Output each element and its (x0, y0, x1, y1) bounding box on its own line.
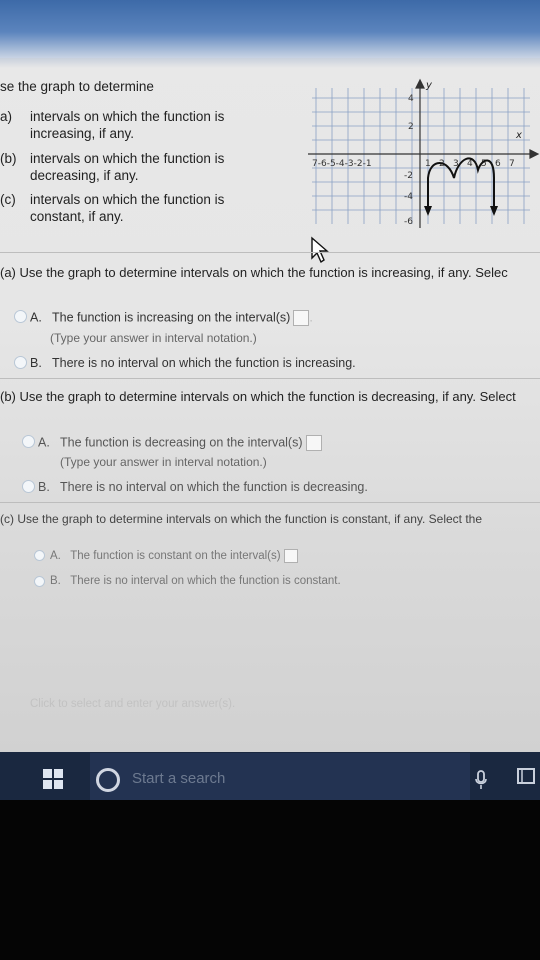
radio-c-option-a[interactable] (34, 550, 45, 561)
x-axis-label: x (515, 130, 522, 141)
question-item-a: a) intervals on which the function is in… (0, 108, 224, 141)
search-icon (96, 768, 120, 792)
radio-a-option-b[interactable] (14, 356, 27, 369)
mouse-pointer-icon (311, 236, 329, 264)
footer-hint: Click to select and enter your answer(s)… (30, 698, 236, 710)
radio-b-option-b[interactable] (22, 480, 35, 493)
graph-axes (308, 78, 540, 228)
option-text: There is no interval on which the functi… (52, 356, 356, 370)
radio-a-option-a[interactable] (14, 310, 27, 323)
x-tick: 6 (495, 159, 501, 169)
radio-c-option-b[interactable] (34, 576, 45, 587)
option-letter: A. (38, 435, 50, 450)
question-item-tag: a) (0, 109, 13, 124)
part-c-option-b[interactable]: B. There is no interval on which the fun… (50, 575, 341, 587)
option-text: The function is constant on the interval… (70, 550, 281, 563)
y-tick: -6 (404, 217, 413, 227)
y-tick: 2 (408, 122, 414, 132)
part-b-option-a[interactable]: A. The function is decreasing on the int… (38, 435, 322, 451)
answer-input-a[interactable] (293, 310, 310, 326)
option-text: There is no interval on which the functi… (70, 575, 341, 587)
option-text: The function is increasing on the interv… (52, 310, 291, 325)
part-a-option-a[interactable]: A. The function is increasing on the int… (30, 310, 313, 326)
option-letter: A. (30, 310, 42, 325)
arrow-down-icon (424, 206, 432, 216)
x-negative-ticks: 7-6-5-4-3-2-1 (312, 159, 372, 169)
part-b-option-b[interactable]: B. There is no interval on which the fun… (38, 480, 368, 494)
y-tick: 4 (408, 94, 414, 104)
function-graph: y x 7-6-5-4-3-2-1 1 2 3 4 5 6 7 4 2 -2 -… (308, 78, 540, 228)
microphone-icon[interactable] (474, 770, 488, 790)
part-a-hint: (Type your answer in interval notation.) (50, 331, 257, 345)
question-item-c: (c) intervals on which the function is c… (0, 191, 224, 224)
divider (0, 502, 540, 503)
option-letter: B. (50, 575, 61, 587)
y-axis-label: y (425, 80, 433, 91)
question-item-b: (b) intervals on which the function is d… (0, 150, 224, 183)
option-letter: A. (50, 550, 61, 563)
question-item-text: intervals on which the function is const… (30, 192, 225, 224)
option-letter: B. (30, 356, 42, 370)
arrow-down-icon (490, 206, 498, 216)
question-item-text: intervals on which the function is decre… (30, 151, 225, 183)
taskbar-search-placeholder: Start a search (132, 770, 226, 787)
x-tick: 4 (467, 159, 473, 169)
part-c-option-a[interactable]: A. The function is constant on the inter… (50, 549, 298, 563)
y-tick: -2 (404, 171, 413, 181)
graph-grid (312, 88, 530, 224)
x-tick: 7 (509, 159, 515, 169)
task-view-icon[interactable] (516, 766, 538, 788)
windows-start-icon[interactable] (42, 768, 64, 790)
answer-input-c[interactable] (283, 549, 298, 563)
answer-input-b[interactable] (305, 435, 322, 451)
option-text: There is no interval on which the functi… (60, 480, 368, 494)
question-intro: se the graph to determine (0, 79, 154, 94)
screen: se the graph to determine a) intervals o… (0, 0, 540, 800)
part-a-option-b[interactable]: B. There is no interval on which the fun… (30, 356, 356, 370)
question-item-tag: (b) (0, 151, 17, 166)
x-tick: 1 (425, 159, 431, 169)
radio-b-option-a[interactable] (22, 435, 35, 448)
part-b-hint: (Type your answer in interval notation.) (60, 455, 267, 469)
question-item-text: intervals on which the function is incre… (30, 109, 225, 141)
option-letter: B. (38, 480, 50, 494)
option-text: The function is decreasing on the interv… (60, 435, 303, 450)
divider (0, 378, 540, 379)
part-b-title: (b) Use the graph to determine intervals… (0, 389, 516, 404)
divider (0, 252, 540, 253)
question-item-tag: (c) (0, 192, 16, 207)
part-c-title: (c) Use the graph to determine intervals… (0, 512, 483, 526)
y-tick: -4 (404, 192, 413, 202)
browser-top-bar (0, 0, 540, 58)
part-a-title: (a) Use the graph to determine intervals… (0, 265, 508, 280)
